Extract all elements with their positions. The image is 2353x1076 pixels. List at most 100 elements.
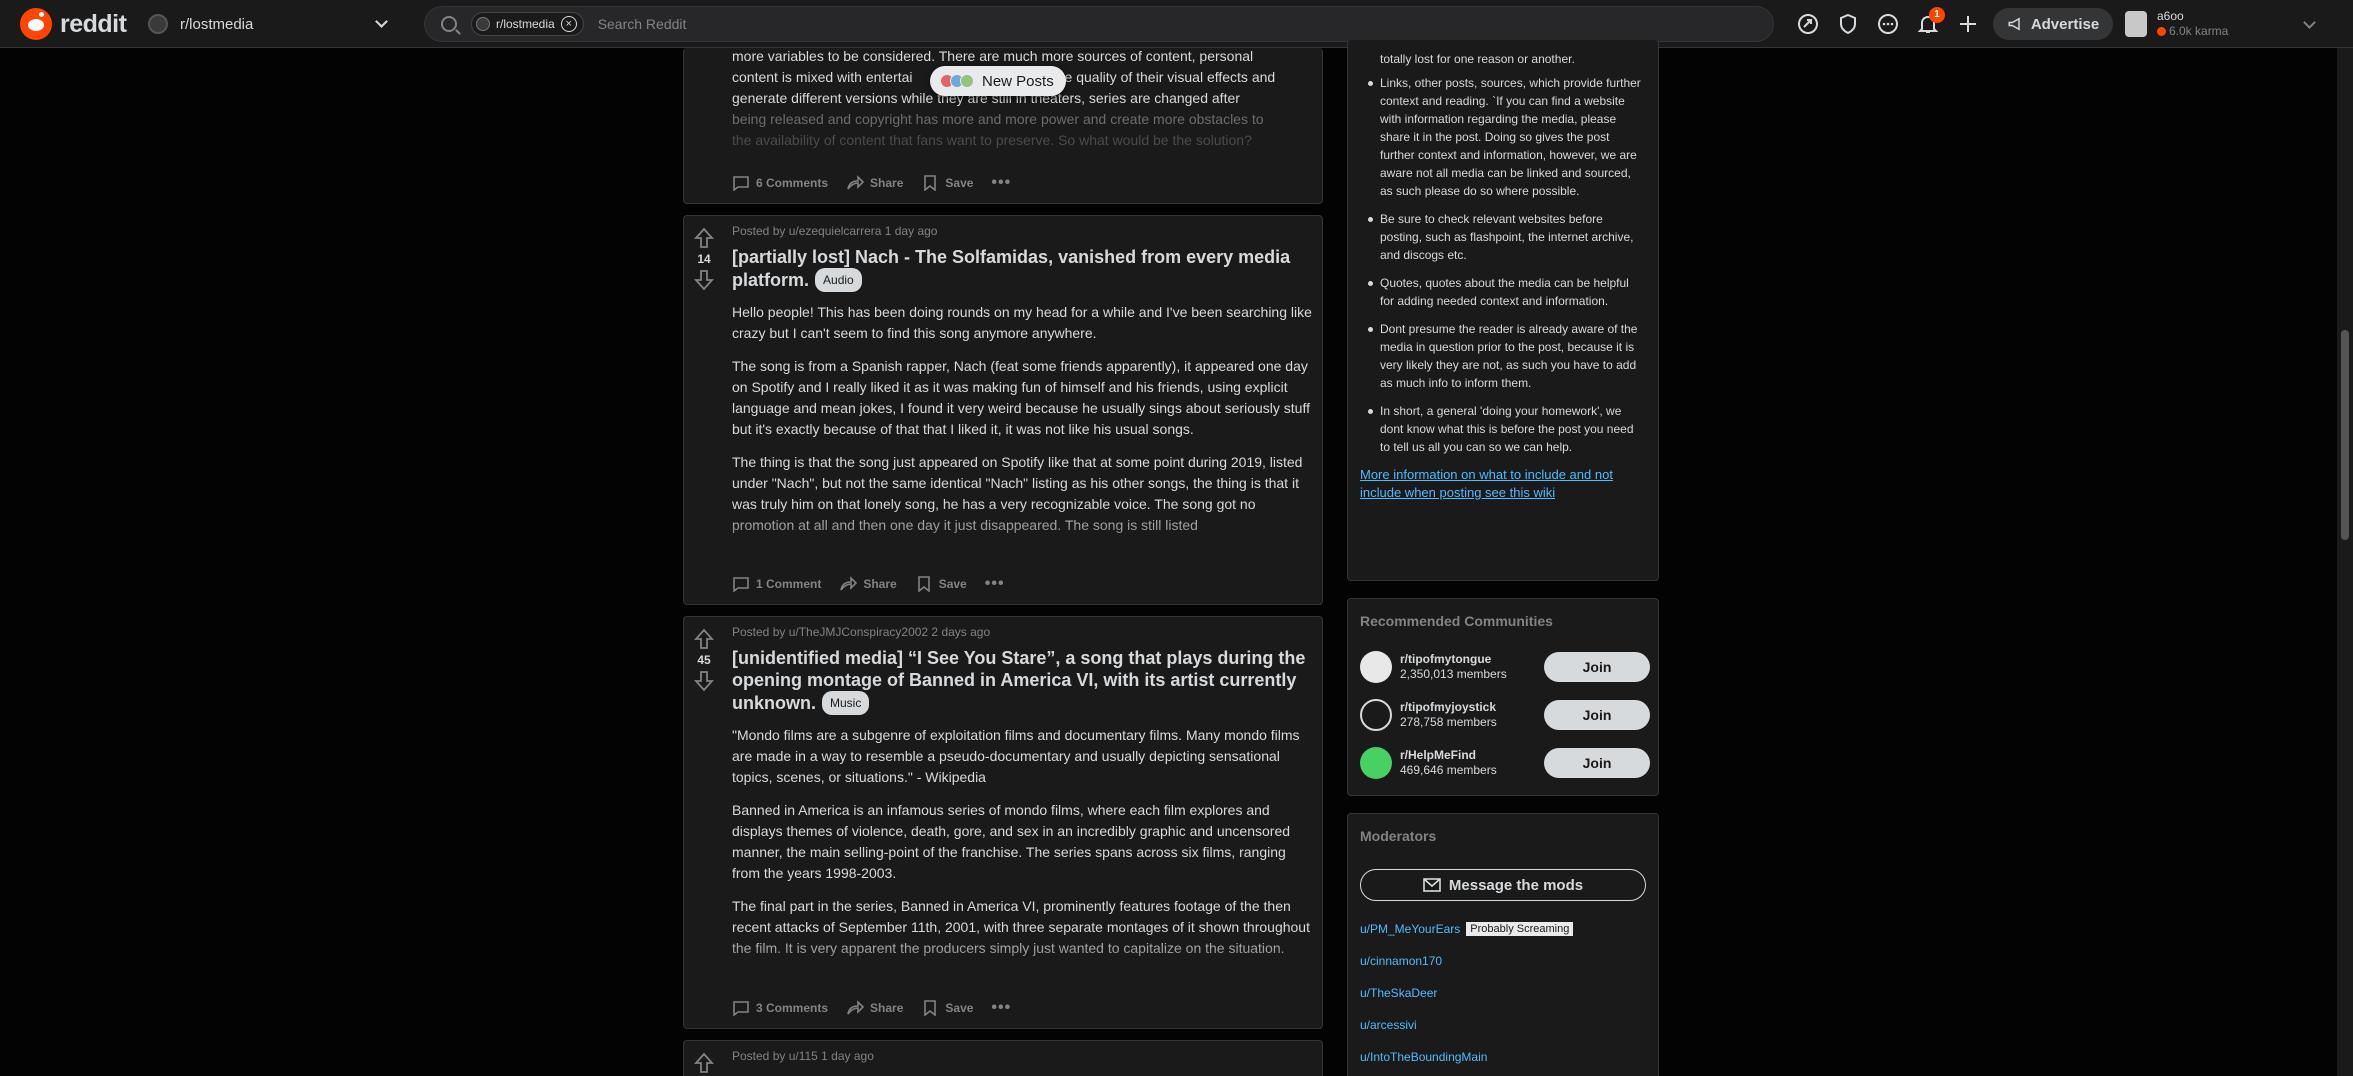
- join-button[interactable]: Join: [1544, 652, 1650, 682]
- join-button[interactable]: Join: [1544, 700, 1650, 730]
- wiki-link[interactable]: More information on what to include and …: [1360, 466, 1646, 502]
- posting-guidelines: totally lost for one reason or another. …: [1347, 40, 1659, 581]
- karma-icon: [2157, 27, 2166, 36]
- post-title[interactable]: [unidentified media] “I See You Stare”, …: [732, 647, 1314, 715]
- more-options-icon[interactable]: •••: [991, 999, 1011, 1017]
- community-members: 278,758 members: [1400, 715, 1497, 729]
- rule-item: Dont presume the reader is already aware…: [1360, 320, 1646, 392]
- post-paragraph: The song is from a Spanish rapper, Nach …: [732, 358, 1310, 437]
- moderator-name[interactable]: u/IntoTheBoundingMain: [1360, 1050, 1487, 1064]
- share-label: Share: [870, 176, 904, 190]
- join-button[interactable]: Join: [1544, 748, 1650, 778]
- advertise-button[interactable]: Advertise: [1993, 8, 2113, 40]
- post-paragraph: The thing is that the song just appeared…: [732, 454, 1303, 533]
- community-name[interactable]: r/tipofmytongue: [1400, 652, 1507, 667]
- comments-label: 6 Comments: [756, 176, 829, 190]
- post-title[interactable]: [partially lost] Nach - The Solfamidas, …: [732, 246, 1314, 292]
- moderator-name[interactable]: u/arcessivi: [1360, 1018, 1417, 1032]
- user-menu[interactable]: a6oo 6.0k karma: [2125, 6, 2325, 42]
- scrollbar[interactable]: [2337, 48, 2353, 1076]
- notification-bell-icon[interactable]: 1: [1916, 7, 1945, 36]
- community-members: 469,646 members: [1400, 763, 1497, 777]
- share-icon: [846, 175, 865, 191]
- share-button[interactable]: Share: [839, 576, 897, 592]
- chat-icon[interactable]: [1876, 12, 1900, 36]
- mail-icon: [1423, 878, 1441, 892]
- downvote-icon[interactable]: [692, 268, 716, 292]
- moderator-link[interactable]: u/cinnamon170: [1360, 954, 1442, 968]
- share-button[interactable]: Share: [846, 1000, 903, 1016]
- new-posts-button[interactable]: New Posts: [930, 66, 1066, 96]
- community-name[interactable]: r/tipofmyjoystick: [1400, 700, 1497, 715]
- save-button[interactable]: Save: [921, 175, 973, 191]
- post-card[interactable]: 45 Posted by u/TheJMJConspiracy2002 2 da…: [683, 616, 1323, 1029]
- save-button[interactable]: Save: [915, 576, 967, 592]
- moderator-name[interactable]: u/cinnamon170: [1360, 954, 1442, 968]
- community-avatar: [1360, 747, 1392, 779]
- moderator-link[interactable]: u/IntoTheBoundingMain: [1360, 1050, 1487, 1064]
- more-options-icon[interactable]: •••: [985, 575, 1005, 593]
- comment-icon: [732, 175, 750, 191]
- save-button[interactable]: Save: [921, 1000, 973, 1016]
- upvote-icon[interactable]: [692, 627, 716, 651]
- advertise-label: Advertise: [2030, 15, 2100, 33]
- post-flair[interactable]: Audio: [815, 268, 862, 292]
- post-meta[interactable]: Posted by u/115 1 day ago: [732, 1049, 1314, 1063]
- message-mods-button[interactable]: Message the mods: [1360, 869, 1646, 901]
- share-label: Share: [863, 577, 897, 591]
- upvote-icon[interactable]: [692, 1051, 716, 1075]
- post-text-line: more variables to be considered. There a…: [732, 48, 1254, 64]
- downvote-icon[interactable]: [692, 669, 716, 693]
- post-title-text[interactable]: [unidentified media] “I See You Stare”, …: [732, 648, 1305, 713]
- share-icon: [846, 1000, 865, 1016]
- vote-count: 45: [697, 653, 711, 667]
- popular-icon[interactable]: [1796, 12, 1820, 36]
- upvote-icon[interactable]: [692, 226, 716, 250]
- search-icon: [441, 16, 457, 32]
- post-card[interactable]: 14 Posted by u/ezequielcarrera 1 day ago…: [683, 215, 1323, 605]
- post-paragraph: Banned in America is an infamous series …: [732, 802, 1291, 881]
- moderator-link[interactable]: u/TheSkaDeer: [1360, 986, 1437, 1000]
- community-name[interactable]: r/HelpMeFind: [1400, 748, 1497, 763]
- shield-icon[interactable]: [1836, 12, 1860, 36]
- reddit-logo[interactable]: reddit: [20, 8, 127, 40]
- moderator-link[interactable]: u/PM_MeYourEars Probably Screaming: [1360, 922, 1574, 936]
- community-dropdown[interactable]: r/lostmedia: [144, 8, 406, 40]
- comments-button[interactable]: 6 Comments: [732, 175, 828, 191]
- comments-button[interactable]: 1 Comment: [732, 576, 821, 592]
- vote-count: 14: [697, 252, 711, 266]
- post-flair[interactable]: Music: [822, 691, 870, 715]
- search-bar[interactable]: r/lostmedia × Search Reddit: [424, 6, 1774, 42]
- reddit-snoo-icon: [20, 8, 52, 40]
- username: a6oo: [2157, 9, 2184, 23]
- moderator-name[interactable]: u/PM_MeYourEars: [1360, 922, 1460, 936]
- comments-button[interactable]: 3 Comments: [732, 1000, 828, 1016]
- rule-item: Links, other posts, sources, which provi…: [1360, 74, 1646, 200]
- moderator-name[interactable]: u/TheSkaDeer: [1360, 986, 1437, 1000]
- save-label: Save: [945, 1001, 974, 1015]
- moderators-title: Moderators: [1360, 828, 1437, 844]
- share-button[interactable]: Share: [846, 175, 903, 191]
- notification-badge: 1: [1929, 7, 1945, 23]
- community-members: 2,350,013 members: [1400, 667, 1507, 681]
- create-post-plus-icon[interactable]: [1956, 12, 1980, 36]
- post-paragraph: The final part in the series, Banned in …: [732, 898, 1310, 956]
- more-options-icon[interactable]: •••: [991, 174, 1011, 192]
- community-name: r/lostmedia: [180, 15, 254, 33]
- community-item[interactable]: r/HelpMeFind 469,646 members Join: [1360, 745, 1650, 781]
- post-card[interactable]: Posted by u/115 1 day ago: [683, 1040, 1323, 1076]
- post-paragraph: Hello people! This has been doing rounds…: [732, 304, 1312, 341]
- post-meta[interactable]: Posted by u/TheJMJConspiracy2002 2 days …: [732, 625, 1314, 639]
- community-item[interactable]: r/tipofmyjoystick 278,758 members Join: [1360, 697, 1650, 733]
- search-scope-chip[interactable]: r/lostmedia ×: [471, 12, 584, 36]
- message-mods-label: Message the mods: [1448, 876, 1584, 894]
- search-input[interactable]: Search Reddit: [598, 16, 687, 32]
- moderator-link[interactable]: u/arcessivi: [1360, 1018, 1417, 1032]
- karma-count: 6.0k karma: [2169, 24, 2229, 38]
- avatar: [2125, 11, 2147, 37]
- community-item[interactable]: r/tipofmytongue 2,350,013 members Join: [1360, 649, 1650, 685]
- scroll-thumb[interactable]: [2341, 330, 2349, 540]
- clear-scope-icon[interactable]: ×: [560, 16, 577, 32]
- post-meta[interactable]: Posted by u/ezequielcarrera 1 day ago: [732, 224, 1314, 238]
- subreddit-icon: [148, 14, 168, 34]
